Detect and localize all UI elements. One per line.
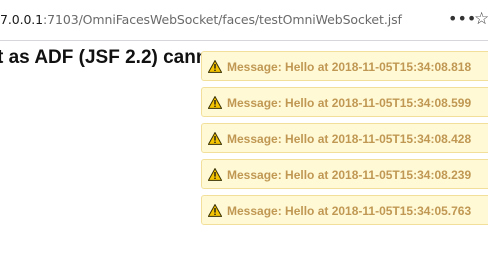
warning-icon [208,168,222,181]
messages-list: Message: Hello at 2018-11-05T15:34:08.81… [201,51,488,231]
bookmark-star-icon[interactable]: ☆ [474,8,488,30]
message-text: Message: Hello at 2018-11-05T15:34:05.76… [227,204,472,218]
message-text: Message: Hello at 2018-11-05T15:34:08.59… [227,96,472,110]
url-bar[interactable]: 7.0.0.1:7103/OmniFacesWebSocket/faces/te… [0,0,488,41]
message-item: Message: Hello at 2018-11-05T15:34:08.81… [201,51,488,81]
warning-icon [208,96,222,109]
url-path: :7103/OmniFacesWebSocket/faces/testOmniW… [43,12,402,27]
url-text[interactable]: 7.0.0.1:7103/OmniFacesWebSocket/faces/te… [0,12,402,27]
page-actions-button[interactable]: ••• [448,8,476,30]
warning-icon [208,204,222,217]
warning-icon [208,132,222,145]
message-text: Message: Hello at 2018-11-05T15:34:08.81… [227,60,472,74]
warning-icon [208,60,222,73]
url-host: 7.0.0.1 [0,12,44,27]
message-text: Message: Hello at 2018-11-05T15:34:08.23… [227,168,472,182]
message-item: Message: Hello at 2018-11-05T15:34:08.23… [201,159,488,189]
message-item: Message: Hello at 2018-11-05T15:34:08.59… [201,87,488,117]
message-item: Message: Hello at 2018-11-05T15:34:05.76… [201,195,488,225]
message-text: Message: Hello at 2018-11-05T15:34:08.42… [227,132,472,146]
message-item: Message: Hello at 2018-11-05T15:34:08.42… [201,123,488,153]
browser-window: 7.0.0.1:7103/OmniFacesWebSocket/faces/te… [0,0,488,256]
page-title-text: t as ADF (JSF 2.2) canno [0,47,220,68]
